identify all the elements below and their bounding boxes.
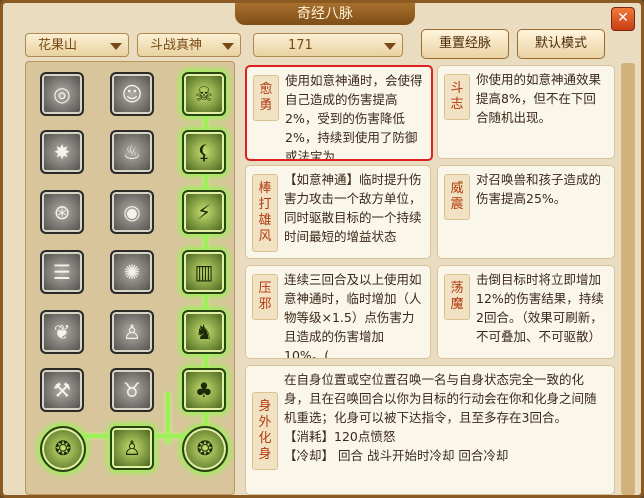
skill-description: 连续三回合及以上使用如意神通时，临时增加（人物等级×1.5）点伤害力且造成的伤害…: [284, 272, 422, 359]
heart-swirl-icon: ❦: [53, 320, 71, 344]
skill-description: 【如意神通】临时提升伤害力攻击一个敌方单位，同时驱散目标的一个持续时间最短的增益…: [284, 172, 422, 244]
pig-icon: ♨: [123, 140, 141, 164]
skill-card[interactable]: 威震 对召唤兽和孩子造成的伤害提高25%。: [437, 165, 615, 259]
skill-card-selected[interactable]: 愈勇 使用如意神通时，会使得自己造成的伤害提高2%，受到的伤害降低2%，持续到使…: [245, 65, 433, 161]
seal-center-icon: ♙: [123, 436, 141, 460]
staff-strike-icon: ⚡: [196, 200, 212, 224]
skill-name: 压邪: [252, 274, 278, 320]
node-pose[interactable]: ♞: [182, 310, 226, 354]
skill-description: 你使用的如意神通效果提高8%，但不在下回合随机出现。: [476, 72, 602, 125]
head-swirl-icon: ⊛: [53, 200, 71, 224]
skill-card[interactable]: 荡魔 击倒目标时将立即增加12%的伤害结果，持续2回合。（效果可刷新，不可叠加、…: [437, 265, 615, 359]
skill-card[interactable]: 棒打雄风 【如意神通】临时提升伤害力攻击一个敌方单位，同时驱散目标的一个持续时间…: [245, 165, 431, 259]
node-monkey-face[interactable]: ☺: [110, 72, 154, 116]
node-head-swirl[interactable]: ⊛: [40, 190, 84, 234]
skill-description: 对召唤兽和孩子造成的伤害提高25%。: [476, 172, 602, 206]
node-hammer[interactable]: ⚒: [40, 368, 84, 412]
scrollbar[interactable]: [621, 63, 635, 495]
style-dropdown[interactable]: 斗战真神: [137, 33, 241, 57]
close-icon[interactable]: ✕: [611, 7, 635, 31]
beast-icon: ♉: [123, 378, 141, 402]
skull-icon: ☠: [195, 82, 213, 106]
meridian-window: 奇经八脉 ✕ 花果山 斗战真神 171 重置经脉 默认模式 ◎ ☺ ☠ ✸ ♨ …: [0, 0, 644, 498]
seal-right-icon: ❂: [196, 436, 214, 460]
pillar-icon: ▥: [194, 260, 214, 284]
default-mode-button[interactable]: 默认模式: [517, 29, 605, 59]
monkey-face-icon: ☺: [121, 82, 143, 106]
node-tree[interactable]: ♣: [182, 368, 226, 412]
skill-name: 身外化身: [252, 392, 278, 470]
window-title: 奇经八脉: [235, 3, 415, 25]
reset-meridian-button[interactable]: 重置经脉: [421, 29, 509, 59]
node-vortex[interactable]: ◎: [40, 72, 84, 116]
skill-cost: 【消耗】120点愤怒: [284, 429, 396, 444]
skill-name: 威震: [444, 174, 470, 220]
node-pig[interactable]: ♨: [110, 130, 154, 174]
node-seal-center[interactable]: ♙: [110, 426, 154, 470]
hammer-icon: ⚒: [53, 378, 71, 402]
spiral-icon: ✺: [123, 260, 141, 284]
node-beast[interactable]: ♉: [110, 368, 154, 412]
skill-name: 斗志: [444, 74, 470, 120]
points-dropdown[interactable]: 171: [253, 33, 403, 57]
node-figure[interactable]: ♙: [110, 310, 154, 354]
figure-icon: ♙: [123, 320, 141, 344]
node-staff-strike[interactable]: ⚡: [182, 190, 226, 234]
pose-icon: ♞: [195, 320, 213, 344]
tree-icon: ♣: [195, 378, 213, 402]
node-seal-left[interactable]: ❂: [40, 426, 86, 472]
school-dropdown-value: 花果山: [38, 38, 78, 53]
skill-description: 在自身位置或空位置召唤一名与自身状态完全一致的化身，且在召唤回合以你为目标的行动…: [284, 370, 606, 465]
chevron-down-icon: [384, 43, 396, 50]
skill-effect-text: 在自身位置或空位置召唤一名与自身状态完全一致的化身，且在召唤回合以你为目标的行动…: [284, 372, 597, 425]
node-spiral[interactable]: ✺: [110, 250, 154, 294]
eye-icon: ◉: [123, 200, 141, 224]
skill-card[interactable]: 压邪 连续三回合及以上使用如意神通时，临时增加（人物等级×1.5）点伤害力且造成…: [245, 265, 431, 359]
points-dropdown-value: 171: [288, 38, 313, 53]
chevron-down-icon: [110, 43, 122, 50]
node-steps[interactable]: ☰: [40, 250, 84, 294]
seal-left-icon: ❂: [54, 436, 72, 460]
meridian-tree-panel: ◎ ☺ ☠ ✸ ♨ ⚸ ⊛ ◉ ⚡ ☰ ✺ ▥ ❦ ♙ ♞ ⚒ ♉ ♣ ❂ ♙ …: [25, 61, 235, 495]
skill-card[interactable]: 斗志 你使用的如意神通效果提高8%，但不在下回合随机出现。: [437, 65, 615, 159]
node-claw[interactable]: ⚸: [182, 130, 226, 174]
node-seal-right[interactable]: ❂: [182, 426, 228, 472]
school-dropdown[interactable]: 花果山: [25, 33, 129, 57]
style-dropdown-value: 斗战真神: [150, 38, 203, 53]
claw-icon: ⚸: [196, 140, 212, 164]
node-pillar[interactable]: ▥: [182, 250, 226, 294]
node-heart-swirl[interactable]: ❦: [40, 310, 84, 354]
skill-description: 击倒目标时将立即增加12%的伤害结果，持续2回合。（效果可刷新，不可叠加、不可驱…: [476, 272, 604, 344]
steps-icon: ☰: [53, 260, 71, 284]
skill-cooldown: 【冷却】 回合 战斗开始时冷却 回合冷却: [284, 448, 509, 463]
skill-card-ultimate[interactable]: 身外化身 在自身位置或空位置召唤一名与自身状态完全一致的化身，且在召唤回合以你为…: [245, 365, 615, 495]
burst-icon: ✸: [53, 140, 71, 164]
skill-name: 愈勇: [253, 75, 279, 121]
skill-description: 使用如意神通时，会使得自己造成的伤害提高2%，受到的伤害降低2%，持续到使用了防…: [285, 73, 423, 161]
skill-name: 荡魔: [444, 274, 470, 320]
node-skull[interactable]: ☠: [182, 72, 226, 116]
skill-name: 棒打雄风: [252, 174, 278, 252]
node-eye[interactable]: ◉: [110, 190, 154, 234]
chevron-down-icon: [222, 43, 234, 50]
vortex-icon: ◎: [53, 82, 71, 106]
node-burst[interactable]: ✸: [40, 130, 84, 174]
